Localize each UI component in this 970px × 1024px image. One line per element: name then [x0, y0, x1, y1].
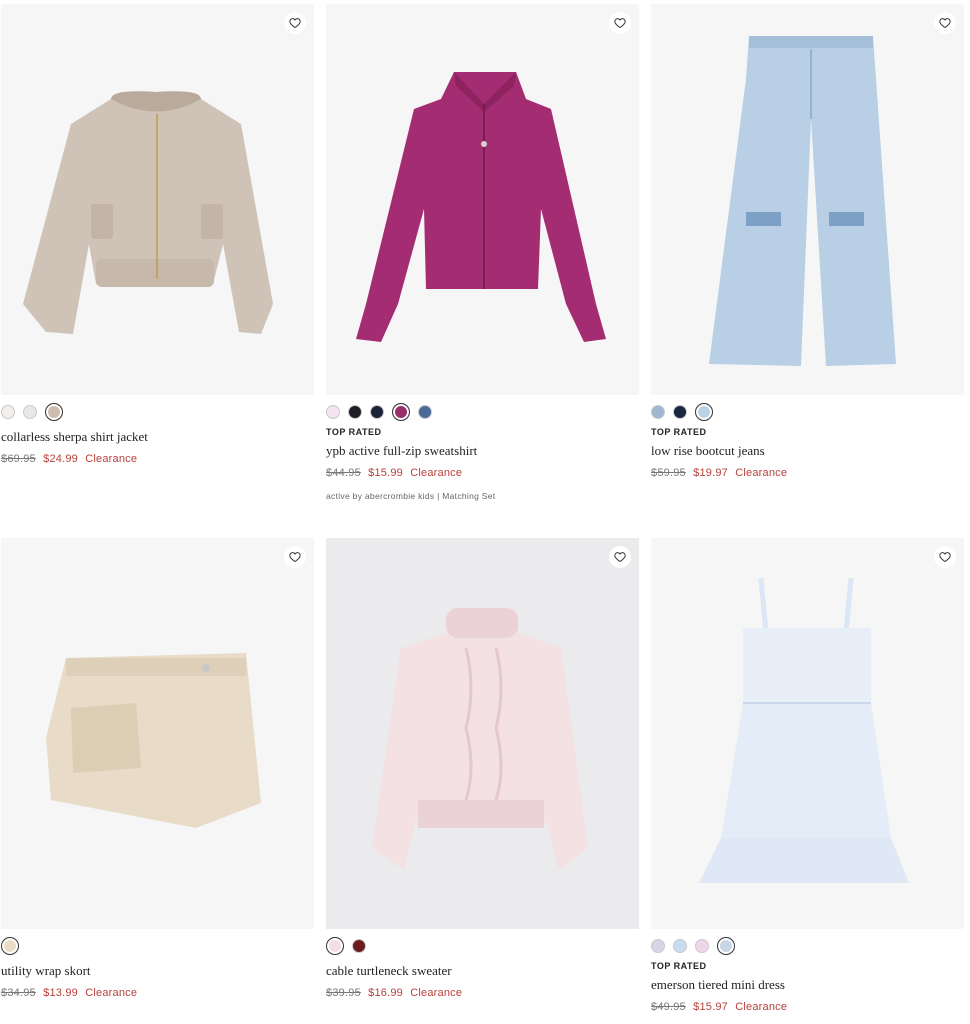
wishlist-heart-icon[interactable] — [609, 12, 631, 34]
product-image[interactable] — [651, 538, 964, 929]
product-image[interactable] — [1, 538, 314, 929]
product-price: $59.95 $19.97 Clearance — [651, 467, 964, 479]
top-rated-badge: TOP RATED — [651, 427, 707, 437]
sweater-image — [372, 608, 588, 870]
color-swatches — [651, 403, 964, 421]
product-card[interactable]: collarless sherpa shirt jacket $69.95 $2… — [1, 4, 314, 465]
color-swatch[interactable] — [370, 405, 384, 419]
product-name[interactable]: collarless sherpa shirt jacket — [1, 429, 314, 445]
original-price: $44.95 — [326, 467, 361, 479]
product-price: $44.95 $15.99 Clearance — [326, 467, 639, 479]
sale-price: $15.97 — [693, 1001, 728, 1013]
product-name[interactable]: ypb active full-zip sweatshirt — [326, 443, 639, 459]
original-price: $59.95 — [651, 467, 686, 479]
sweatshirt-image — [356, 72, 606, 342]
skort-image — [46, 653, 261, 828]
product-price: $34.95 $13.99 Clearance — [1, 987, 314, 999]
product-name[interactable]: low rise bootcut jeans — [651, 443, 964, 459]
product-card[interactable]: TOP RATED low rise bootcut jeans $59.95 … — [651, 4, 964, 479]
clearance-label: Clearance — [410, 987, 463, 999]
sale-price: $19.97 — [693, 467, 728, 479]
color-swatch-selected[interactable] — [695, 403, 713, 421]
product-image[interactable] — [326, 538, 639, 929]
wishlist-heart-icon[interactable] — [609, 546, 631, 568]
color-swatch[interactable] — [1, 405, 15, 419]
wishlist-heart-icon[interactable] — [934, 12, 956, 34]
color-swatch[interactable] — [418, 405, 432, 419]
product-price: $39.95 $16.99 Clearance — [326, 987, 639, 999]
product-price: $49.95 $15.97 Clearance — [651, 1001, 964, 1013]
color-swatch[interactable] — [695, 939, 709, 953]
original-price: $34.95 — [1, 987, 36, 999]
product-card[interactable]: cable turtleneck sweater $39.95 $16.99 C… — [326, 538, 639, 999]
product-name[interactable]: emerson tiered mini dress — [651, 977, 964, 993]
color-swatches — [326, 937, 639, 955]
color-swatch[interactable] — [651, 939, 665, 953]
color-swatch[interactable] — [651, 405, 665, 419]
original-price: $49.95 — [651, 1001, 686, 1013]
color-swatch[interactable] — [673, 939, 687, 953]
sale-price: $24.99 — [43, 453, 78, 465]
wishlist-heart-icon[interactable] — [284, 546, 306, 568]
product-card[interactable]: utility wrap skort $34.95 $13.99 Clearan… — [1, 538, 314, 999]
jacket-image — [23, 91, 273, 334]
original-price: $69.95 — [1, 453, 36, 465]
product-image[interactable] — [326, 4, 639, 395]
product-card[interactable]: TOP RATED emerson tiered mini dress $49.… — [651, 538, 964, 1013]
product-name[interactable]: cable turtleneck sweater — [326, 963, 639, 979]
color-swatch[interactable] — [348, 405, 362, 419]
sale-price: $13.99 — [43, 987, 78, 999]
dress-image — [699, 577, 909, 883]
clearance-label: Clearance — [735, 1001, 788, 1013]
clearance-label: Clearance — [85, 987, 138, 999]
color-swatch[interactable] — [23, 405, 37, 419]
product-image[interactable] — [1, 4, 314, 395]
clearance-label: Clearance — [85, 453, 138, 465]
color-swatch-selected[interactable] — [1, 937, 19, 955]
sale-price: $16.99 — [368, 987, 403, 999]
color-swatch-selected[interactable] — [392, 403, 410, 421]
product-price: $69.95 $24.99 Clearance — [1, 453, 314, 465]
top-rated-badge: TOP RATED — [326, 427, 382, 437]
product-name[interactable]: utility wrap skort — [1, 963, 314, 979]
collection-subtitle[interactable]: active by abercrombie kids | Matching Se… — [326, 491, 639, 501]
color-swatches — [1, 403, 314, 421]
top-rated-badge: TOP RATED — [651, 961, 707, 971]
clearance-label: Clearance — [410, 467, 463, 479]
color-swatch[interactable] — [352, 939, 366, 953]
color-swatch[interactable] — [673, 405, 687, 419]
clearance-label: Clearance — [735, 467, 788, 479]
color-swatch-selected[interactable] — [45, 403, 63, 421]
wishlist-heart-icon[interactable] — [284, 12, 306, 34]
color-swatch[interactable] — [326, 405, 340, 419]
color-swatches — [1, 937, 314, 955]
color-swatch-selected[interactable] — [326, 937, 344, 955]
sale-price: $15.99 — [368, 467, 403, 479]
product-card[interactable]: TOP RATED ypb active full-zip sweatshirt… — [326, 4, 639, 501]
color-swatches — [651, 937, 964, 955]
jeans-image — [709, 36, 896, 366]
color-swatch-selected[interactable] — [717, 937, 735, 955]
color-swatches — [326, 403, 639, 421]
product-image[interactable] — [651, 4, 964, 395]
original-price: $39.95 — [326, 987, 361, 999]
wishlist-heart-icon[interactable] — [934, 546, 956, 568]
